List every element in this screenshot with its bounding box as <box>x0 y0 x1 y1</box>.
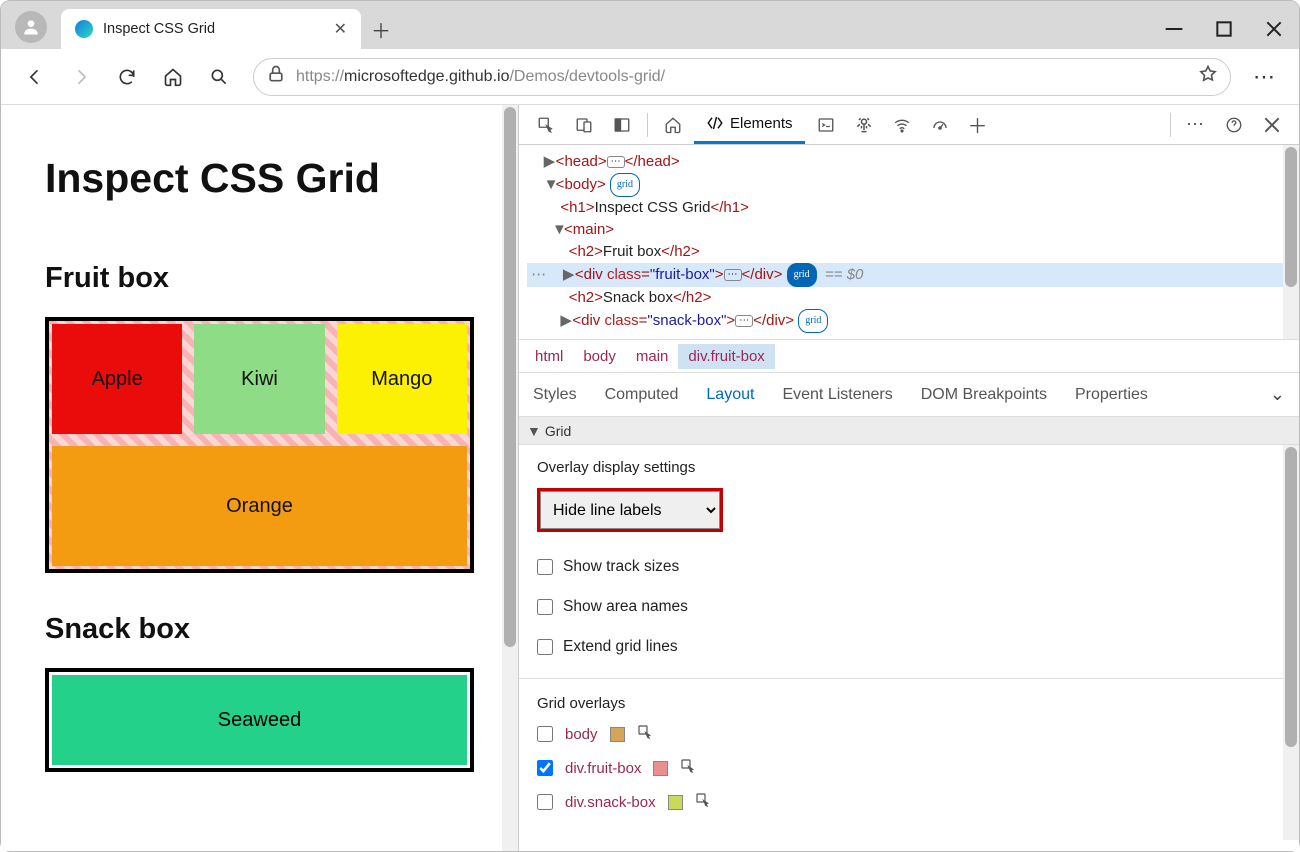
tab-title: Inspect CSS Grid <box>103 21 324 37</box>
console-tab-icon[interactable] <box>809 108 843 142</box>
properties-tab[interactable]: Properties <box>1073 382 1150 408</box>
help-icon[interactable] <box>1217 108 1251 142</box>
color-swatch[interactable] <box>610 727 625 742</box>
devtools-more-icon[interactable]: ⋯ <box>1179 108 1213 142</box>
browser-tab[interactable]: Inspect CSS Grid ✕ <box>61 9 361 49</box>
dom-breadcrumb[interactable]: html body main div.fruit-box <box>519 339 1299 373</box>
color-swatch[interactable] <box>668 795 683 810</box>
elements-tab[interactable]: Elements <box>694 105 805 144</box>
line-labels-dropdown-highlight: Hide line labels <box>537 488 723 532</box>
back-button[interactable] <box>15 57 55 97</box>
fruit-heading: Fruit box <box>45 262 474 295</box>
computed-tab[interactable]: Computed <box>603 382 681 408</box>
grid-section-header[interactable]: ▼Grid <box>519 417 1299 445</box>
url-text: https://microsoftedge.github.io/Demos/de… <box>296 68 665 86</box>
expand-pane-icon[interactable]: ⌄ <box>1268 380 1287 409</box>
sources-tab-icon[interactable] <box>847 108 881 142</box>
dom-tree[interactable]: ▶<head>⋯</head> ▼<body> grid <h1>Inspect… <box>519 145 1299 339</box>
titlebar: Inspect CSS Grid ✕ ＋ <box>1 1 1299 49</box>
devtools-panel: Elements ＋ ⋯ ▶<head>⋯</head> ▼<body> gri… <box>518 105 1299 851</box>
dom-scrollbar[interactable] <box>1283 145 1299 339</box>
fruit-box-grid: Apple Kiwi Mango Orange <box>45 317 474 573</box>
browser-toolbar: https://microsoftedge.github.io/Demos/de… <box>1 49 1299 105</box>
cell-kiwi: Kiwi <box>194 324 324 434</box>
performance-tab-icon[interactable] <box>923 108 957 142</box>
snack-heading: Snack box <box>45 613 474 646</box>
profile-icon[interactable] <box>15 11 47 43</box>
reveal-icon[interactable] <box>680 758 696 778</box>
reveal-icon[interactable] <box>695 792 711 812</box>
network-tab-icon[interactable] <box>885 108 919 142</box>
color-swatch[interactable] <box>653 761 668 776</box>
dock-icon[interactable] <box>605 108 639 142</box>
reveal-icon[interactable] <box>637 724 653 744</box>
favorite-icon[interactable] <box>1198 64 1218 89</box>
devtools-toolbar: Elements ＋ ⋯ <box>519 105 1299 145</box>
refresh-button[interactable] <box>107 57 147 97</box>
address-bar[interactable]: https://microsoftedge.github.io/Demos/de… <box>253 58 1231 96</box>
styles-tab[interactable]: Styles <box>531 382 579 408</box>
device-toggle-icon[interactable] <box>567 108 601 142</box>
event-listeners-tab[interactable]: Event Listeners <box>780 382 894 408</box>
welcome-tab-icon[interactable] <box>656 108 690 142</box>
extend-grid-lines-checkbox[interactable]: Extend grid lines <box>537 638 1281 656</box>
snack-box-grid: Seaweed <box>45 668 474 772</box>
pane-scrollbar[interactable] <box>1283 445 1299 840</box>
forward-button <box>61 57 101 97</box>
layout-pane: Overlay display settings Hide line label… <box>519 445 1299 840</box>
overlay-settings-title: Overlay display settings <box>537 459 1281 476</box>
page-h1: Inspect CSS Grid <box>45 155 474 202</box>
more-tabs-icon[interactable]: ＋ <box>961 108 995 142</box>
lock-icon <box>266 64 286 89</box>
close-window-button[interactable] <box>1249 9 1299 49</box>
overlay-row-snack[interactable]: div.snack-box <box>537 792 1281 812</box>
styles-tabs: Styles Computed Layout Event Listeners D… <box>519 373 1299 417</box>
edge-icon <box>75 20 93 38</box>
cell-apple: Apple <box>52 324 182 434</box>
cell-mango: Mango <box>337 324 467 434</box>
inspect-element-icon[interactable] <box>529 108 563 142</box>
search-button[interactable] <box>199 57 239 97</box>
minimize-button[interactable] <box>1149 9 1199 49</box>
cell-orange: Orange <box>52 446 467 566</box>
maximize-button[interactable] <box>1199 9 1249 49</box>
close-devtools-icon[interactable] <box>1255 108 1289 142</box>
page-viewport: Inspect CSS Grid Fruit box Apple Kiwi Ma… <box>1 105 518 851</box>
overlay-row-body[interactable]: body <box>537 724 1281 744</box>
new-tab-button[interactable]: ＋ <box>361 9 401 49</box>
show-track-sizes-checkbox[interactable]: Show track sizes <box>537 558 1281 576</box>
settings-menu-button[interactable]: ⋯ <box>1245 57 1285 97</box>
dom-breakpoints-tab[interactable]: DOM Breakpoints <box>919 382 1049 408</box>
grid-overlays-title: Grid overlays <box>537 695 1281 712</box>
show-area-names-checkbox[interactable]: Show area names <box>537 598 1281 616</box>
overlay-row-fruit[interactable]: div.fruit-box <box>537 758 1281 778</box>
line-labels-dropdown[interactable]: Hide line labels <box>540 491 720 529</box>
close-tab-icon[interactable]: ✕ <box>334 19 347 39</box>
cell-seaweed: Seaweed <box>52 675 467 765</box>
home-button[interactable] <box>153 57 193 97</box>
layout-tab[interactable]: Layout <box>704 382 756 408</box>
page-scrollbar[interactable] <box>502 105 518 851</box>
